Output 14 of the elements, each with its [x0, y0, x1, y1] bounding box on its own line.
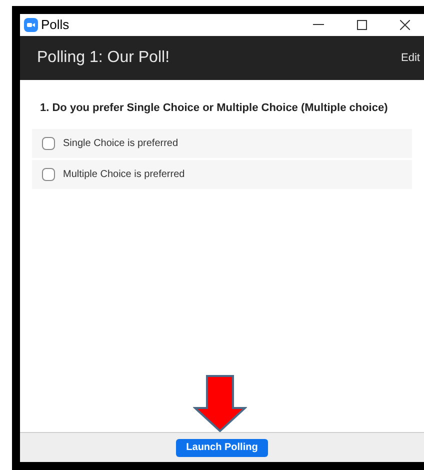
checkbox[interactable] [42, 137, 55, 150]
option-label: Multiple Choice is preferred [63, 168, 185, 182]
option-label: Single Choice is preferred [63, 137, 178, 151]
down-arrow [193, 375, 247, 432]
poll-title: Polling 1: Our Poll! [37, 48, 170, 68]
launch-polling-button[interactable]: Launch Polling [176, 438, 268, 456]
question-text: 1. Do you prefer Single Choice or Multiple Choice (Multiple choice) [39, 101, 389, 116]
app-icon [24, 18, 38, 32]
close-icon[interactable] [400, 20, 410, 30]
checkbox[interactable] [42, 168, 55, 181]
minimize-icon[interactable] [313, 24, 324, 26]
edit-link[interactable]: Edit [401, 50, 420, 66]
maximize-icon[interactable] [357, 20, 367, 30]
window-title: Polls [41, 16, 70, 34]
